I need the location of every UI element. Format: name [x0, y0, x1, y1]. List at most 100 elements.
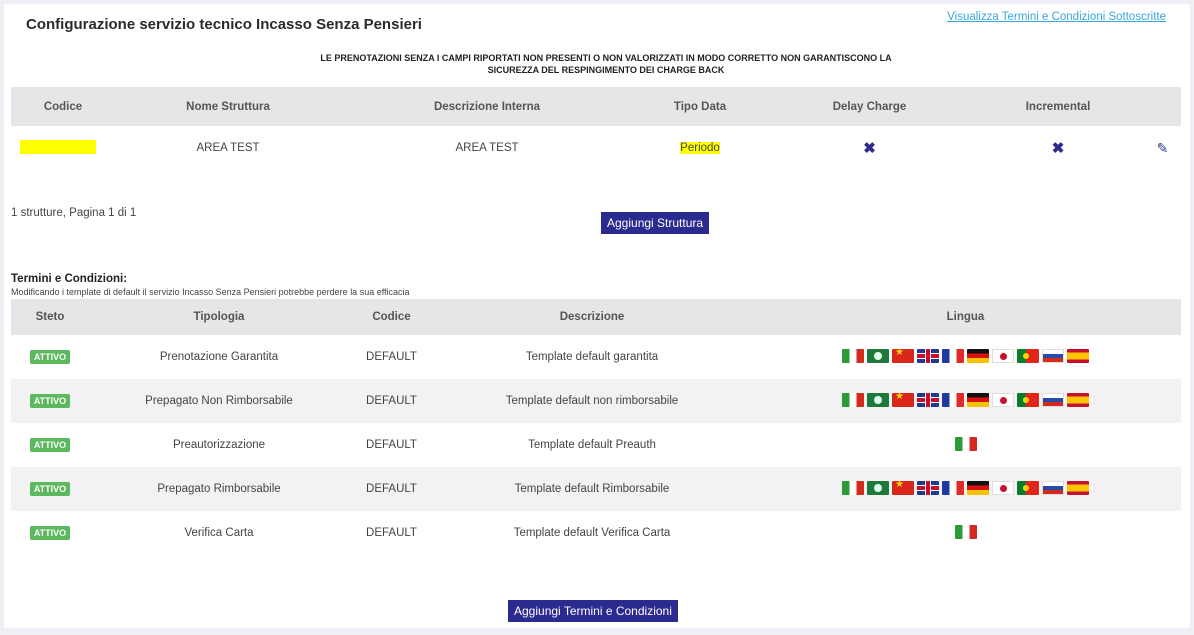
cell-tipo-data: Periodo — [633, 126, 767, 170]
structures-table: Codice Nome Struttura Descrizione Intern… — [11, 87, 1181, 170]
col-header-nome: Nome Struttura — [115, 87, 341, 126]
close-icon: ✖ — [863, 140, 876, 157]
cell-lingua — [750, 511, 1181, 555]
flag-cn-icon[interactable] — [892, 480, 914, 495]
flag-ru-icon[interactable] — [1042, 480, 1064, 495]
table-row: ATTIVO Prenotazione Garantita DEFAULT Templ… — [11, 335, 1181, 379]
cell-stato: ATTIVO — [11, 511, 89, 555]
language-flags — [954, 524, 977, 539]
cell-descrizione: Template default Rimborsabile — [434, 467, 750, 511]
flag-pt-icon[interactable] — [1017, 348, 1039, 363]
close-icon: ✖ — [1051, 140, 1065, 157]
col-header-descrizione: Descrizione — [434, 299, 750, 335]
flag-it-icon[interactable] — [842, 392, 864, 407]
cell-codice: DEFAULT — [366, 351, 417, 363]
cell-descrizione: Template default Preauth — [528, 439, 656, 451]
flag-es-icon[interactable] — [1067, 480, 1089, 495]
cell-tipologia: Preautorizzazione — [172, 439, 266, 451]
language-flags — [954, 436, 977, 451]
table-row: ATTIVO Preautorizzazione DEFAULT Template d… — [11, 423, 1181, 467]
cell-tipologia: Prepagato Rimborsabile — [89, 467, 349, 511]
cell-incremental: ✖ — [972, 126, 1144, 170]
table-row: ATTIVO Prepagato Rimborsabile DEFAULT Templ… — [11, 467, 1181, 511]
flag-it-icon[interactable] — [954, 524, 977, 539]
flag-fr-icon[interactable] — [942, 348, 964, 363]
cell-descrizione: Template default Verifica Carta — [513, 527, 671, 539]
cell-stato: ATTIVO — [11, 467, 89, 511]
cell-codice: DEFAULT — [349, 379, 434, 423]
cell-codice: DEFAULT — [349, 467, 434, 511]
col-header-descrizione: Descrizione Interna — [341, 87, 633, 126]
flag-jp-icon[interactable] — [992, 348, 1014, 363]
warning-notice: LE PRENOTAZIONI SENZA I CAMPI RIPORTATI … — [320, 53, 892, 75]
add-terms-button[interactable]: Aggiungi Termini e Condizioni — [508, 600, 678, 622]
pagination-info: 1 strutture, Pagina 1 di 1 — [11, 207, 137, 219]
flag-es-icon[interactable] — [1067, 348, 1089, 363]
cell-lingua — [750, 379, 1181, 423]
col-header-codice: Codice — [11, 87, 115, 126]
col-header-actions — [1144, 87, 1181, 126]
cell-descrizione: Template default non rimborsabile — [434, 379, 750, 423]
terms-table: Steto Tipologia Codice Descrizione Lingu… — [11, 299, 1181, 555]
flag-fr-icon[interactable] — [942, 392, 964, 407]
flag-ar-icon[interactable] — [867, 348, 889, 363]
language-flags — [842, 348, 1089, 363]
flag-it-icon[interactable] — [954, 436, 977, 451]
flag-ru-icon[interactable] — [1042, 392, 1064, 407]
status-badge: ATTIVO — [29, 526, 71, 540]
flag-pt-icon[interactable] — [1017, 392, 1039, 407]
status-badge: ATTIVO — [29, 394, 71, 408]
flag-fr-icon[interactable] — [942, 480, 964, 495]
col-header-codice: Codice — [349, 299, 434, 335]
flag-ar-icon[interactable] — [867, 480, 889, 495]
table-row: AREA TEST AREA TEST Periodo ✖ ✖ ✎ — [11, 126, 1181, 170]
status-badge: ATTIVO — [29, 438, 71, 452]
cell-stato: ATTIVO — [11, 423, 89, 467]
table-row: ATTIVO Prepagato Non Rimborsabile DEFAULT T… — [11, 379, 1181, 423]
col-header-tipologia: Tipologia — [89, 299, 349, 335]
cell-lingua — [750, 467, 1181, 511]
cell-descrizione: Template default garantita — [525, 351, 659, 363]
status-badge: ATTIVO — [29, 350, 71, 364]
col-header-lingua: Lingua — [750, 299, 1181, 335]
add-structure-button[interactable]: Aggiungi Struttura — [601, 212, 710, 234]
cell-delay-charge: ✖ — [767, 126, 972, 170]
flag-gb-icon[interactable] — [917, 392, 939, 407]
terms-note: Modificando i template di default il ser… — [11, 287, 410, 297]
flag-cn-icon[interactable] — [892, 348, 914, 363]
flag-pt-icon[interactable] — [1017, 480, 1039, 495]
cell-lingua — [750, 335, 1181, 379]
language-flags — [842, 480, 1089, 495]
cell-lingua — [750, 423, 1181, 467]
tipo-data-value: Periodo — [680, 142, 720, 154]
flag-it-icon[interactable] — [842, 348, 864, 363]
flag-gb-icon[interactable] — [917, 348, 939, 363]
flag-ar-icon[interactable] — [867, 392, 889, 407]
flag-it-icon[interactable] — [842, 480, 864, 495]
col-header-tipo-data: Tipo Data — [633, 87, 767, 126]
flag-ru-icon[interactable] — [1042, 348, 1064, 363]
flag-es-icon[interactable] — [1067, 392, 1089, 407]
cell-tipologia: Prepagato Non Rimborsabile — [89, 379, 349, 423]
col-header-incremental: Incremental — [972, 87, 1144, 126]
view-terms-link[interactable]: Visualizza Termini e Condizioni Sottoscr… — [947, 11, 1166, 23]
edit-pencil-icon[interactable]: ✎ — [1157, 140, 1169, 156]
flag-cn-icon[interactable] — [892, 392, 914, 407]
table-row: ATTIVO Verifica Carta DEFAULT Template defa… — [11, 511, 1181, 555]
cell-stato: ATTIVO — [11, 379, 89, 423]
flag-jp-icon[interactable] — [992, 480, 1014, 495]
cell-tipologia: Verifica Carta — [184, 527, 254, 539]
col-header-delay-charge: Delay Charge — [767, 87, 972, 126]
cell-codice: DEFAULT — [366, 439, 417, 451]
flag-gb-icon[interactable] — [917, 480, 939, 495]
col-header-stato: Steto — [11, 299, 89, 335]
terms-heading: Termini e Condizioni: — [11, 273, 128, 285]
flag-de-icon[interactable] — [967, 480, 989, 495]
cell-actions: ✎ — [1144, 126, 1181, 170]
cell-descrizione: AREA TEST — [455, 142, 519, 154]
redacted-code — [20, 139, 96, 154]
flag-jp-icon[interactable] — [992, 392, 1014, 407]
flag-de-icon[interactable] — [967, 392, 989, 407]
flag-de-icon[interactable] — [967, 348, 989, 363]
status-badge: ATTIVO — [29, 482, 71, 496]
